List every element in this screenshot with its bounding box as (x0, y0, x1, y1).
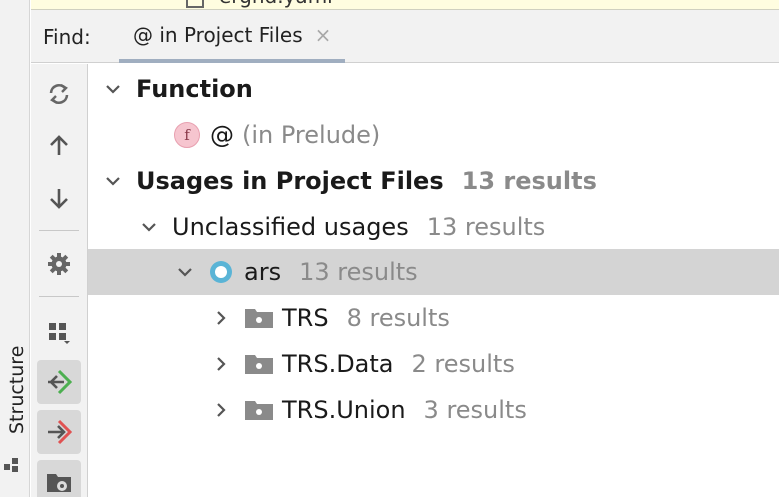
tree-node-function-item[interactable]: f @ (in Prelude) (88, 112, 779, 158)
unclassified-count: 13 results (426, 213, 546, 241)
tree-node-package[interactable]: TRS.Union 3 results (88, 387, 779, 433)
function-name: @ (210, 121, 234, 149)
tree-node-function[interactable]: Function (88, 66, 779, 112)
file-icon (186, 0, 204, 8)
editor-strip: ergnd.yaml (31, 0, 779, 10)
merge-red-icon (48, 419, 73, 445)
group-by-module-button[interactable] (37, 460, 81, 497)
structure-icon (4, 458, 18, 472)
split-usages-button[interactable] (37, 410, 81, 454)
chevron-down-icon[interactable] (172, 259, 198, 285)
previous-occurrence-button[interactable] (37, 124, 81, 168)
tree-node-unclassified[interactable]: Unclassified usages 13 results (88, 204, 779, 250)
module-count: 13 results (299, 258, 418, 286)
find-header: Find: @ in Project Files × (31, 10, 779, 63)
package-count: 8 results (346, 304, 450, 332)
tab-find-usages[interactable]: @ in Project Files × (119, 10, 346, 63)
usages-count: 13 results (461, 167, 597, 195)
find-label: Find: (43, 25, 91, 49)
close-tab-icon[interactable]: × (315, 23, 332, 47)
up-arrow-icon (50, 135, 68, 155)
unclassified-label: Unclassified usages (172, 213, 409, 241)
package-folder-icon (244, 397, 274, 423)
chevron-down-icon[interactable] (100, 76, 126, 102)
group-by-icon (49, 323, 70, 344)
package-count: 2 results (411, 350, 515, 378)
merge-green-icon (48, 369, 73, 395)
tree-node-package[interactable]: TRS 8 results (88, 295, 779, 341)
module-icon (208, 259, 234, 285)
editor-filename: ergnd.yaml (219, 0, 333, 8)
package-folder-icon (244, 305, 274, 331)
toolbar-separator (39, 230, 79, 231)
toolbar-separator (39, 296, 79, 297)
package-name: TRS.Data (282, 350, 394, 378)
function-location: (in Prelude) (242, 121, 381, 149)
package-folder-icon (244, 351, 274, 377)
module-name: ars (244, 258, 282, 286)
find-toolbar (31, 64, 88, 497)
function-icon: f (174, 122, 200, 148)
tab-label: @ in Project Files (133, 22, 303, 47)
tree-node-module[interactable]: ars 13 results (88, 249, 779, 295)
usages-header: Usages in Project Files (136, 167, 444, 195)
usages-tree[interactable]: Function f @ (in Prelude) Usages in Proj… (88, 64, 779, 497)
module-folder-icon (47, 474, 71, 492)
settings-button[interactable] (37, 242, 81, 286)
package-name: TRS (282, 304, 329, 332)
chevron-right-icon[interactable] (208, 351, 234, 377)
function-header: Function (136, 75, 253, 103)
chevron-right-icon[interactable] (208, 397, 234, 423)
tree-node-usages[interactable]: Usages in Project Files 13 results (88, 158, 779, 204)
package-name: TRS.Union (282, 396, 406, 424)
rerun-icon (49, 83, 69, 105)
structure-tool-button[interactable]: Structure (6, 344, 28, 434)
package-count: 3 results (423, 396, 527, 424)
chevron-down-icon[interactable] (136, 214, 162, 240)
merge-usages-button[interactable] (37, 360, 81, 404)
chevron-down-icon[interactable] (100, 168, 126, 194)
rerun-button[interactable] (37, 72, 81, 116)
tree-node-package[interactable]: TRS.Data 2 results (88, 341, 779, 387)
settings-icon (48, 253, 70, 275)
down-arrow-icon (50, 189, 68, 209)
left-tool-strip: Structure (0, 0, 30, 497)
next-occurrence-button[interactable] (37, 176, 81, 220)
group-by-button[interactable] (37, 310, 81, 354)
chevron-right-icon[interactable] (208, 305, 234, 331)
